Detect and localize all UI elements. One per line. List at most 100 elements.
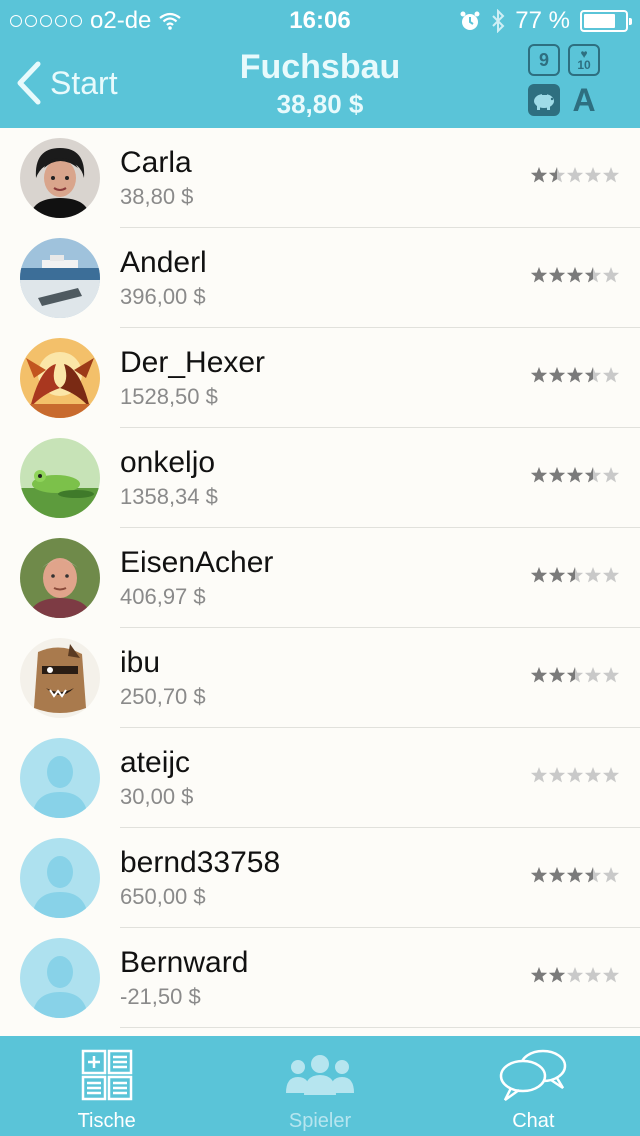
- player-row[interactable]: ateijc 30,00 $: [0, 728, 640, 828]
- avatar: [20, 138, 100, 218]
- star-icon: [566, 167, 584, 183]
- heart-ten-button[interactable]: ♥ 10: [568, 44, 600, 76]
- avatar: [20, 838, 100, 918]
- piggy-bank-button[interactable]: [528, 84, 560, 116]
- player-name: Anderl: [120, 246, 207, 279]
- star-rating: [530, 567, 620, 583]
- star-icon: [548, 867, 566, 883]
- star-icon: [602, 167, 620, 183]
- avatar: [20, 338, 100, 418]
- star-icon: [530, 767, 548, 783]
- star-rating: [530, 767, 620, 783]
- player-row[interactable]: EisenAcher 406,97 $: [0, 528, 640, 628]
- bluetooth-icon: [492, 9, 505, 33]
- star-icon: [530, 967, 548, 983]
- star-icon: [584, 567, 602, 583]
- player-name: Carla: [120, 146, 192, 179]
- star-icon: [530, 167, 548, 183]
- star-rating: [530, 467, 620, 483]
- star-icon: [566, 267, 584, 283]
- star-icon: [584, 667, 602, 683]
- tab-spieler[interactable]: Spieler: [213, 1036, 426, 1136]
- tab-tische-label: Tische: [77, 1110, 136, 1132]
- player-list: Carla 38,80 $ Anderl 396,00 $ Der_Hexer 1528,…: [0, 128, 640, 1036]
- star-icon: [548, 367, 566, 383]
- star-rating: [530, 667, 620, 683]
- piggy-bank-icon: [534, 93, 554, 110]
- player-row[interactable]: Der_Hexer 1528,50 $: [0, 328, 640, 428]
- star-icon: [584, 767, 602, 783]
- player-amount: 650,00 $: [120, 884, 206, 909]
- chevron-left-icon: [17, 61, 41, 105]
- star-icon: [584, 967, 602, 983]
- player-row[interactable]: ibu 250,70 $: [0, 628, 640, 728]
- tab-chat[interactable]: Chat: [427, 1036, 640, 1136]
- star-rating: [530, 167, 620, 183]
- star-icon: [584, 867, 602, 883]
- star-icon: [548, 667, 566, 683]
- player-amount: -21,50 $: [120, 984, 201, 1009]
- players-icon: [285, 1055, 354, 1095]
- player-row[interactable]: bernd33758 650,00 $: [0, 828, 640, 928]
- star-rating: [530, 267, 620, 283]
- avatar: [20, 438, 100, 518]
- player-amount: 406,97 $: [120, 584, 206, 609]
- star-icon: [566, 967, 584, 983]
- back-button[interactable]: Start: [14, 60, 118, 106]
- player-amount: 396,00 $: [120, 284, 206, 309]
- star-icon: [548, 467, 566, 483]
- player-row[interactable]: Anderl 396,00 $: [0, 228, 640, 328]
- star-icon: [530, 867, 548, 883]
- avatar: [20, 538, 100, 618]
- letter-a-button[interactable]: A: [568, 82, 600, 118]
- chat-icon: [500, 1049, 567, 1102]
- star-icon: [602, 767, 620, 783]
- star-icon: [566, 767, 584, 783]
- battery-percent: 77 %: [515, 7, 570, 34]
- player-name: onkeljo: [120, 446, 216, 479]
- star-icon: [530, 667, 548, 683]
- player-name: Bernward: [120, 946, 249, 979]
- star-icon: [530, 267, 548, 283]
- star-icon: [548, 567, 566, 583]
- card-ten-label: 10: [577, 58, 591, 72]
- player-amount: 38,80 $: [120, 184, 194, 209]
- avatar: [20, 638, 100, 718]
- star-icon: [602, 867, 620, 883]
- player-amount: 30,00 $: [120, 784, 194, 809]
- battery-icon: [580, 10, 632, 32]
- player-row[interactable]: onkeljo 1358,34 $: [0, 428, 640, 528]
- star-icon: [548, 267, 566, 283]
- star-icon: [584, 367, 602, 383]
- tab-bar: Tische Spieler Chat: [0, 1036, 640, 1136]
- star-rating: [530, 967, 620, 983]
- star-icon: [530, 567, 548, 583]
- page-title: Fuchsbau: [239, 48, 401, 86]
- avatar: [20, 738, 100, 818]
- star-rating: [530, 367, 620, 383]
- star-icon: [602, 967, 620, 983]
- player-row[interactable]: Bernward -21,50 $: [0, 928, 640, 1028]
- tables-icon: [81, 1049, 132, 1101]
- card-nine-label: 9: [538, 49, 549, 70]
- player-amount: 250,70 $: [120, 684, 206, 709]
- page-subtitle: 38,80 $: [276, 89, 364, 119]
- star-icon: [566, 667, 584, 683]
- star-icon: [602, 667, 620, 683]
- tab-chat-label: Chat: [512, 1110, 555, 1132]
- star-icon: [530, 467, 548, 483]
- star-icon: [548, 167, 566, 183]
- card-nine-button[interactable]: 9: [528, 44, 560, 76]
- star-icon: [584, 467, 602, 483]
- star-icon: [566, 367, 584, 383]
- player-amount: 1528,50 $: [120, 384, 218, 409]
- player-row[interactable]: Carla 38,80 $: [0, 128, 640, 228]
- star-icon: [584, 167, 602, 183]
- avatar: [20, 938, 100, 1018]
- status-bar: o2-de 16:06 77 %: [0, 0, 640, 40]
- tab-tische[interactable]: Tische: [0, 1036, 213, 1136]
- star-icon: [584, 267, 602, 283]
- star-icon: [602, 567, 620, 583]
- player-name: bernd33758: [120, 846, 281, 879]
- star-icon: [530, 367, 548, 383]
